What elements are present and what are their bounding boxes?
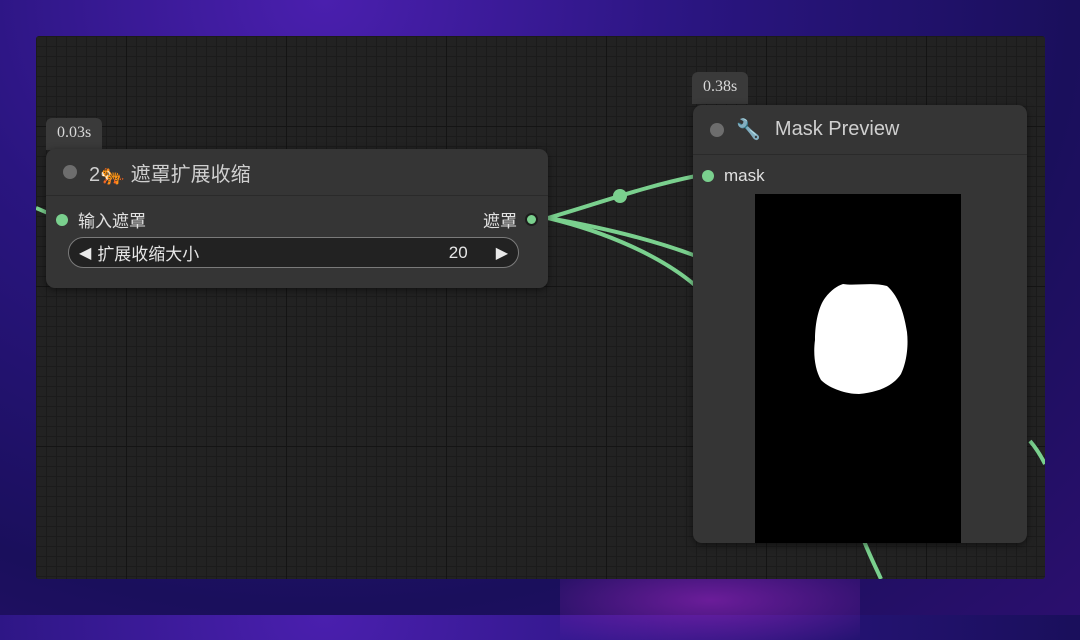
mask-input-slot-row[interactable]: mask: [702, 166, 765, 186]
wire-reroute-dot[interactable]: [613, 189, 627, 203]
node-graph-canvas[interactable]: 0.03s 2🐅 遮罩扩展收缩 输入遮罩 遮罩 ◀ 扩展收缩大小 20 ▶ 0.…: [36, 36, 1045, 579]
widget-label: 扩展收缩大小: [97, 245, 200, 264]
preview-title-bar[interactable]: 🔧 Mask Preview: [693, 105, 1027, 155]
wrench-icon: 🔧: [736, 119, 761, 141]
node-title: 2🐅 遮罩扩展收缩: [89, 163, 251, 186]
preview-timing-badge: 0.38s: [692, 72, 749, 104]
node-title-bar[interactable]: 2🐅 遮罩扩展收缩: [46, 149, 548, 196]
collapse-dot-icon[interactable]: [63, 165, 77, 179]
decrement-arrow-icon[interactable]: ◀: [79, 243, 91, 263]
output-slot-dot-icon[interactable]: [525, 213, 538, 226]
increment-arrow-icon[interactable]: ▶: [496, 243, 508, 263]
wire-to-offscreen-2: [547, 216, 698, 288]
mask-preview-node[interactable]: 🔧 Mask Preview mask: [693, 105, 1027, 543]
preview-node-title: Mask Preview: [774, 118, 900, 140]
node-timing-badge: 0.03s: [46, 118, 103, 150]
mask-input-label: mask: [724, 166, 765, 185]
preview-collapse-dot-icon[interactable]: [710, 122, 724, 137]
mask-preview-image: [755, 194, 961, 543]
mask-input-slot-dot-icon[interactable]: [702, 170, 714, 182]
input-slot-label: 输入遮罩: [78, 212, 146, 231]
mask-expand-node[interactable]: 2🐅 遮罩扩展收缩 输入遮罩 遮罩 ◀ 扩展收缩大小 20 ▶: [46, 149, 548, 288]
wire-right-edge: [1028, 439, 1045, 465]
wire-bottom: [862, 540, 883, 579]
expand-size-widget[interactable]: ◀ 扩展收缩大小 20 ▶: [68, 237, 519, 268]
input-slot-dot-icon[interactable]: [56, 213, 68, 226]
output-slot-label: 遮罩: [483, 212, 517, 231]
output-slot-row[interactable]: 遮罩: [483, 207, 538, 232]
widget-value[interactable]: 20: [449, 243, 468, 263]
input-slot-row[interactable]: 输入遮罩: [56, 207, 146, 232]
mask-shape: [814, 284, 908, 394]
